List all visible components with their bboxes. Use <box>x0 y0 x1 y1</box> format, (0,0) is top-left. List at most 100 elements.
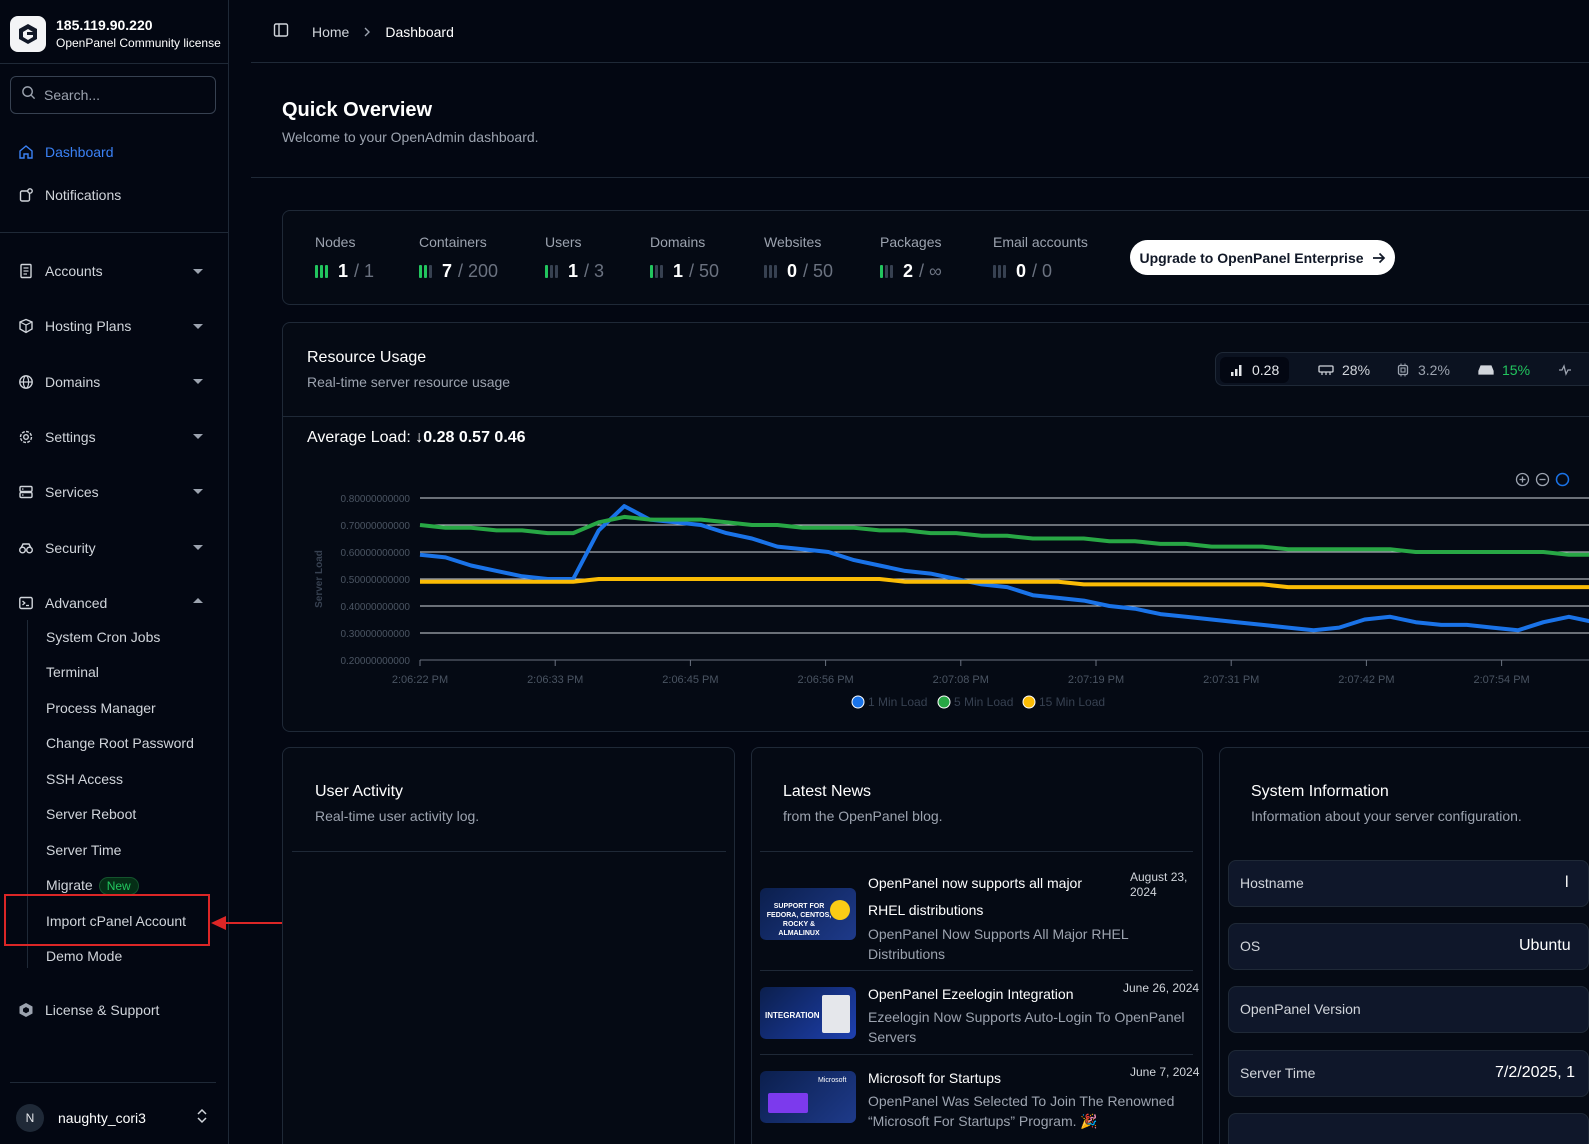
usage-bars-icon <box>993 265 1008 278</box>
tab-ram[interactable]: 28% <box>1308 357 1380 383</box>
news-item-description: Ezeelogin Now Supports Auto-Login To Ope… <box>868 1009 1185 1045</box>
nav-services[interactable]: Services <box>18 482 99 502</box>
breadcrumb-home[interactable]: Home <box>312 24 349 40</box>
y-tick-label: 0.30000000000 <box>340 629 410 640</box>
search-input[interactable] <box>44 87 204 103</box>
news-item-title[interactable]: OpenPanel Ezeelogin Integration <box>868 981 1118 1008</box>
sub-item-demo-mode[interactable]: Demo Mode <box>46 946 122 966</box>
news-item-title[interactable]: OpenPanel now supports all major RHEL di… <box>868 870 1118 924</box>
sub-item-cron[interactable]: System Cron Jobs <box>46 627 160 647</box>
news-item-title[interactable]: Microsoft for Startups <box>868 1065 1118 1092</box>
nav-accounts[interactable]: Accounts <box>18 261 103 281</box>
divider <box>292 851 726 852</box>
chevron-up-icon[interactable] <box>193 598 203 603</box>
user-menu[interactable]: N naughty_cori3 <box>16 1104 146 1132</box>
chevron-updown-icon[interactable] <box>196 1108 208 1129</box>
upgrade-button[interactable]: Upgrade to OpenPanel Enterprise <box>1130 240 1395 275</box>
resource-subtitle: Real-time server resource usage <box>307 374 511 390</box>
sub-item-change-root-password[interactable]: Change Root Password <box>46 733 194 753</box>
thumbnail-caption: SUPPORT FOR FEDORA, CENTOS, ROCKY & ALMA… <box>766 903 832 937</box>
nav-domains[interactable]: Domains <box>18 372 100 392</box>
sysinfo-key: OS <box>1240 938 1261 954</box>
cpu-icon <box>1397 363 1409 377</box>
divider <box>10 1082 216 1083</box>
chevron-down-icon[interactable] <box>193 489 203 494</box>
chevron-down-icon[interactable] <box>193 269 203 274</box>
nav-notifications[interactable]: Notifications <box>18 185 121 205</box>
divider <box>251 177 1589 178</box>
divider <box>760 851 1193 852</box>
page-title: Quick Overview <box>282 99 433 121</box>
usage-bars-icon <box>315 265 330 278</box>
sub-item-server-reboot[interactable]: Server Reboot <box>46 804 136 824</box>
nav-label: Hosting Plans <box>45 318 132 334</box>
sysinfo-key: Hostname <box>1240 875 1304 891</box>
x-tick-label: 2:06:22 PM <box>392 674 448 686</box>
breadcrumb: Home Dashboard <box>273 22 454 41</box>
sysinfo-value: 7/2/2025, 1 <box>1495 1064 1576 1081</box>
sub-item-terminal[interactable]: Terminal <box>46 662 99 682</box>
sub-item-migrate[interactable]: Migrate New <box>46 875 139 895</box>
accounts-icon <box>18 263 34 279</box>
tab-cpu[interactable]: 3.2% <box>1386 357 1460 383</box>
sysinfo-subtitle: Information about your server configurat… <box>1251 808 1522 824</box>
security-icon <box>18 540 34 556</box>
chevron-down-icon[interactable] <box>193 379 203 384</box>
stat-total: / 3 <box>584 261 605 281</box>
stat-label: Domains <box>650 234 706 250</box>
divider <box>0 63 228 64</box>
tab-label: 15% <box>1502 362 1531 378</box>
chevron-down-icon[interactable] <box>193 545 203 550</box>
nav-dashboard[interactable]: Dashboard <box>18 142 114 162</box>
user-activity-card <box>282 747 735 1144</box>
tab-network[interactable] <box>1548 357 1589 383</box>
legend-label: 5 Min Load <box>954 695 1013 709</box>
usage-bars-icon <box>545 265 560 278</box>
activity-title: User Activity <box>315 783 404 800</box>
page-subtitle: Welcome to your OpenAdmin dashboard. <box>282 129 539 145</box>
stat-total: / 200 <box>458 261 499 281</box>
news-title: Latest News <box>783 783 872 800</box>
nav-label: Dashboard <box>45 144 114 160</box>
brand[interactable]: 185.119.90.220 OpenPanel Community licen… <box>10 16 221 52</box>
divider <box>760 1054 1193 1055</box>
sysinfo-value: l <box>1565 874 1569 891</box>
nav-license-support[interactable]: License & Support <box>18 1000 159 1020</box>
divider <box>0 232 228 233</box>
sidebar: 185.119.90.220 OpenPanel Community licen… <box>0 0 229 1144</box>
annotation-highlight-box <box>4 894 210 946</box>
y-tick-label: 0.50000000000 <box>340 575 410 586</box>
divider <box>283 416 1589 417</box>
nav-security[interactable]: Security <box>18 538 96 558</box>
sidebar-toggle-icon[interactable] <box>273 22 289 41</box>
news-item-date: June 7, 2024 <box>1130 1065 1200 1079</box>
thumbnail-caption: Microsoft <box>818 1077 847 1084</box>
avatar: N <box>16 1104 44 1132</box>
legend-marker <box>1022 695 1036 709</box>
news-item-description: OpenPanel Now Supports All Major RHEL Di… <box>868 926 1129 962</box>
nav-settings[interactable]: Settings <box>18 427 96 447</box>
server-icon <box>18 484 34 500</box>
nav-hosting-plans[interactable]: Hosting Plans <box>18 316 131 336</box>
stat-total: / 1 <box>354 261 375 281</box>
resource-title: Resource Usage <box>307 349 427 366</box>
tab-label: 0.28 <box>1252 362 1280 378</box>
package-icon <box>18 318 34 334</box>
memory-icon <box>1318 365 1334 375</box>
chevron-down-icon[interactable] <box>193 434 203 439</box>
tab-disk[interactable]: 15% <box>1468 357 1540 383</box>
topbar: Home Dashboard <box>251 0 1589 63</box>
sub-item-ssh-access[interactable]: SSH Access <box>46 769 123 789</box>
x-tick-label: 2:07:08 PM <box>933 674 989 686</box>
sysinfo-key: Server Time <box>1240 1065 1316 1081</box>
news-thumbnail: SUPPORT FOR FEDORA, CENTOS, ROCKY & ALMA… <box>760 888 856 940</box>
sub-item-server-time[interactable]: Server Time <box>46 840 121 860</box>
search-box[interactable] <box>10 76 216 114</box>
sysinfo-row-version: OpenPanel Version <box>1228 986 1589 1033</box>
nav-label: Settings <box>45 429 96 445</box>
username: naughty_cori3 <box>58 1110 146 1126</box>
nav-advanced[interactable]: Advanced <box>18 593 107 613</box>
chevron-down-icon[interactable] <box>193 324 203 329</box>
tab-load[interactable]: 0.28 <box>1220 357 1290 383</box>
sub-item-process-manager[interactable]: Process Manager <box>46 698 156 718</box>
